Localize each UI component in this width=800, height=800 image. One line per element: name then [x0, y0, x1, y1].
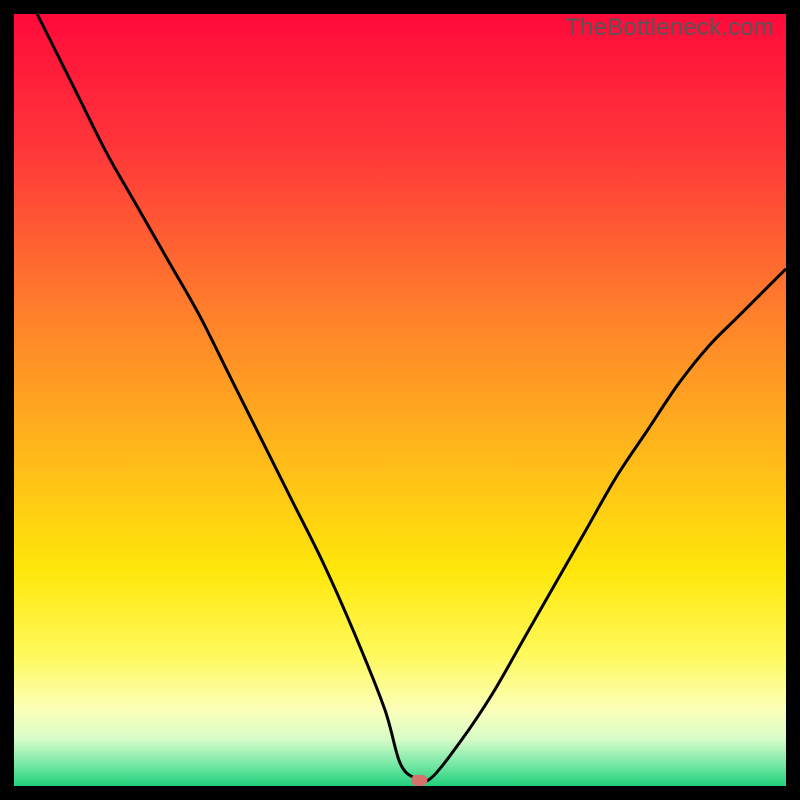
minimum-marker	[411, 775, 427, 786]
gradient-background	[14, 14, 786, 786]
bottleneck-chart	[14, 14, 786, 786]
watermark-text: TheBottleneck.com	[565, 14, 774, 42]
chart-frame: TheBottleneck.com	[14, 14, 786, 786]
